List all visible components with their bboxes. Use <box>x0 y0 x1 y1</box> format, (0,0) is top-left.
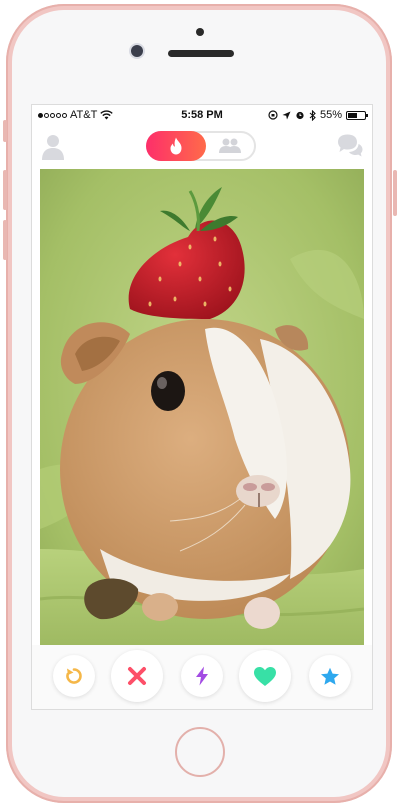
volume-down-button <box>3 220 7 260</box>
status-bar: AT&T 5:58 PM 55% <box>32 105 372 127</box>
chat-bubbles-icon[interactable] <box>336 133 364 159</box>
volume-up-button <box>3 170 7 210</box>
person-icon[interactable] <box>40 133 66 161</box>
mute-switch <box>3 120 7 142</box>
bluetooth-icon <box>309 109 316 121</box>
group-icon[interactable] <box>218 137 242 155</box>
status-right: 55% <box>268 109 368 121</box>
super-like-button[interactable] <box>309 655 351 697</box>
nope-button[interactable] <box>111 650 163 702</box>
camera-icon <box>131 45 143 57</box>
rotation-lock-icon <box>268 110 278 120</box>
top-nav <box>32 127 372 169</box>
power-button <box>393 170 397 216</box>
x-icon <box>128 667 146 685</box>
app-screen: AT&T 5:58 PM 55% <box>31 104 373 710</box>
toggle-discovery[interactable] <box>146 131 206 161</box>
rewind-icon <box>66 668 82 684</box>
profile-photo-card[interactable] <box>40 169 364 645</box>
battery-percent: 55% <box>319 109 342 121</box>
heart-icon <box>254 666 276 686</box>
action-bar <box>32 645 372 709</box>
lightning-icon <box>196 666 208 686</box>
boost-button[interactable] <box>181 655 223 697</box>
alarm-icon <box>296 111 304 120</box>
speaker-icon <box>168 50 234 57</box>
location-icon <box>282 111 291 119</box>
star-icon <box>321 667 339 685</box>
proximity-sensor <box>196 28 204 36</box>
home-button[interactable] <box>175 727 225 777</box>
guinea-pig-photo <box>40 169 364 645</box>
rewind-button[interactable] <box>53 655 95 697</box>
battery-icon <box>346 110 368 120</box>
mode-toggle[interactable] <box>146 131 256 161</box>
like-button[interactable] <box>239 650 291 702</box>
flame-icon <box>170 137 182 155</box>
